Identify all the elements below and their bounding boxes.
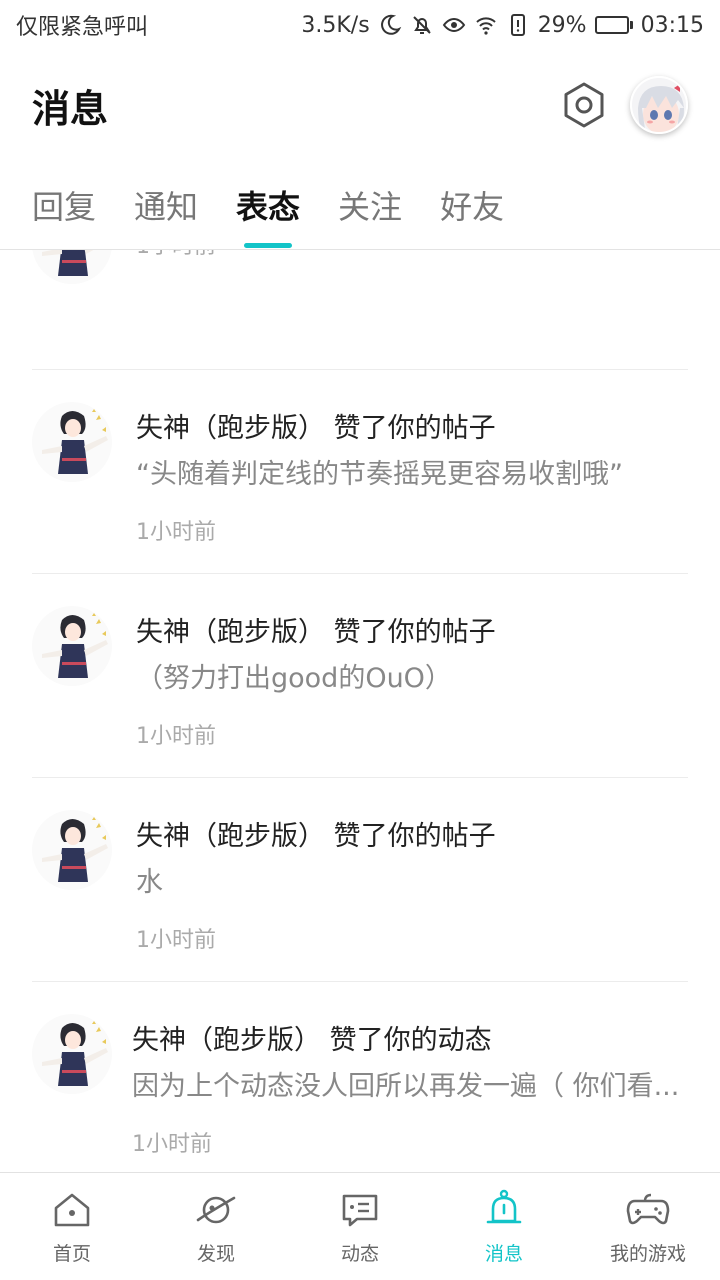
character-avatar-icon xyxy=(32,1014,112,1094)
message-content: “头随着判定线的节奏摇晃更容易收割哦” xyxy=(136,459,623,490)
message-time: 1小时前 xyxy=(136,724,216,749)
avatar[interactable] xyxy=(32,250,112,284)
battery-icon xyxy=(594,16,633,34)
nav-my-games-label: 我的游戏 xyxy=(609,1243,686,1265)
nav-discover-label: 发现 xyxy=(196,1243,235,1265)
status-icons: 3.5K/s 29% 03:15 xyxy=(301,13,704,38)
nav-my-games[interactable]: 我的游戏 xyxy=(576,1173,720,1280)
list-item[interactable]: 失神（跑步版） 赞了你的帖子 水 1小时前 xyxy=(32,778,688,982)
character-avatar-icon xyxy=(32,402,112,482)
avatar[interactable] xyxy=(32,402,112,482)
user-avatar-icon xyxy=(632,78,686,132)
eye-icon xyxy=(442,17,465,33)
nav-messages-label: 消息 xyxy=(484,1243,523,1265)
character-avatar-icon xyxy=(32,810,112,890)
message-content: 因为上个动态没人回所以再发一遍（ 你们看... xyxy=(132,1071,680,1102)
alert-icon xyxy=(510,14,525,36)
header: 消息 xyxy=(0,50,720,160)
hexagon-settings-icon xyxy=(564,82,604,128)
nav-home-label: 首页 xyxy=(52,1243,91,1265)
settings-button[interactable] xyxy=(556,77,612,133)
mute-icon xyxy=(412,16,431,34)
message-title: 失神（跑步版） 赞了你的帖子 xyxy=(136,821,496,852)
character-avatar-icon xyxy=(32,250,112,284)
message-title: 失神（跑步版） 赞了你的帖子 xyxy=(136,413,496,444)
message-content: （努力打出good的OuO） xyxy=(136,663,452,694)
tab-notifications[interactable]: 通知 xyxy=(134,160,198,250)
bottom-nav: 首页 发现 动态 消息 我的游戏 xyxy=(0,1172,720,1280)
nav-discover[interactable]: 发现 xyxy=(144,1173,288,1280)
tab-following[interactable]: 关注 xyxy=(338,160,402,250)
list-item[interactable]: 失神（跑步版） 赞了你的帖子 “头随着判定线的节奏摇晃更容易收割哦” 1小时前 xyxy=(32,370,688,574)
avatar[interactable] xyxy=(32,1014,112,1094)
tab-bar: 回复 通知 表态 关注 好友 xyxy=(0,160,720,250)
message-time: 1小时前 xyxy=(132,1132,212,1157)
chat-icon xyxy=(342,1194,378,1227)
list-item[interactable]: 害怕 1小时前 xyxy=(32,250,688,370)
character-avatar-icon xyxy=(32,606,112,686)
message-content: 水 xyxy=(136,867,163,898)
moon-icon xyxy=(380,14,401,35)
home-icon xyxy=(54,1193,90,1227)
message-title: 失神（跑步版） 赞了你的动态 xyxy=(132,1025,492,1056)
message-time: 1小时前 xyxy=(136,520,216,545)
bell-icon xyxy=(486,1189,522,1224)
page-title: 消息 xyxy=(32,86,109,131)
message-list[interactable]: 害怕 1小时前 失神（跑步版） 赞了你的帖子 “头随着判定线的节奏摇晃更容易收割… xyxy=(0,250,720,1172)
tab-replies[interactable]: 回复 xyxy=(32,160,96,250)
nav-feed-label: 动态 xyxy=(340,1243,379,1265)
avatar[interactable] xyxy=(32,606,112,686)
avatar[interactable] xyxy=(630,76,688,134)
nav-feed[interactable]: 动态 xyxy=(288,1173,432,1280)
planet-icon xyxy=(196,1196,236,1224)
wifi-icon xyxy=(475,17,496,35)
message-time: 1小时前 xyxy=(136,928,216,953)
carrier-text: 仅限紧急呼叫 xyxy=(16,15,149,40)
gamepad-icon xyxy=(626,1193,670,1225)
battery-percent: 29% xyxy=(537,12,587,38)
tab-reactions[interactable]: 表态 xyxy=(236,160,300,250)
avatar[interactable] xyxy=(32,810,112,890)
nav-messages[interactable]: 消息 xyxy=(432,1173,576,1280)
list-item[interactable]: 失神（跑步版） 赞了你的帖子 （努力打出good的OuO） 1小时前 xyxy=(32,574,688,778)
clock: 03:15 xyxy=(640,12,704,38)
net-speed: 3.5K/s xyxy=(301,12,370,38)
message-title: 失神（跑步版） 赞了你的帖子 xyxy=(136,617,496,648)
list-item[interactable]: 失神（跑步版） 赞了你的动态 因为上个动态没人回所以再发一遍（ 你们看... 1… xyxy=(32,982,688,1172)
nav-home[interactable]: 首页 xyxy=(0,1173,144,1280)
tab-friends[interactable]: 好友 xyxy=(440,160,504,250)
status-bar: 仅限紧急呼叫 3.5K/s 29% 03:15 xyxy=(0,0,720,50)
message-time: 1小时前 xyxy=(136,250,216,260)
